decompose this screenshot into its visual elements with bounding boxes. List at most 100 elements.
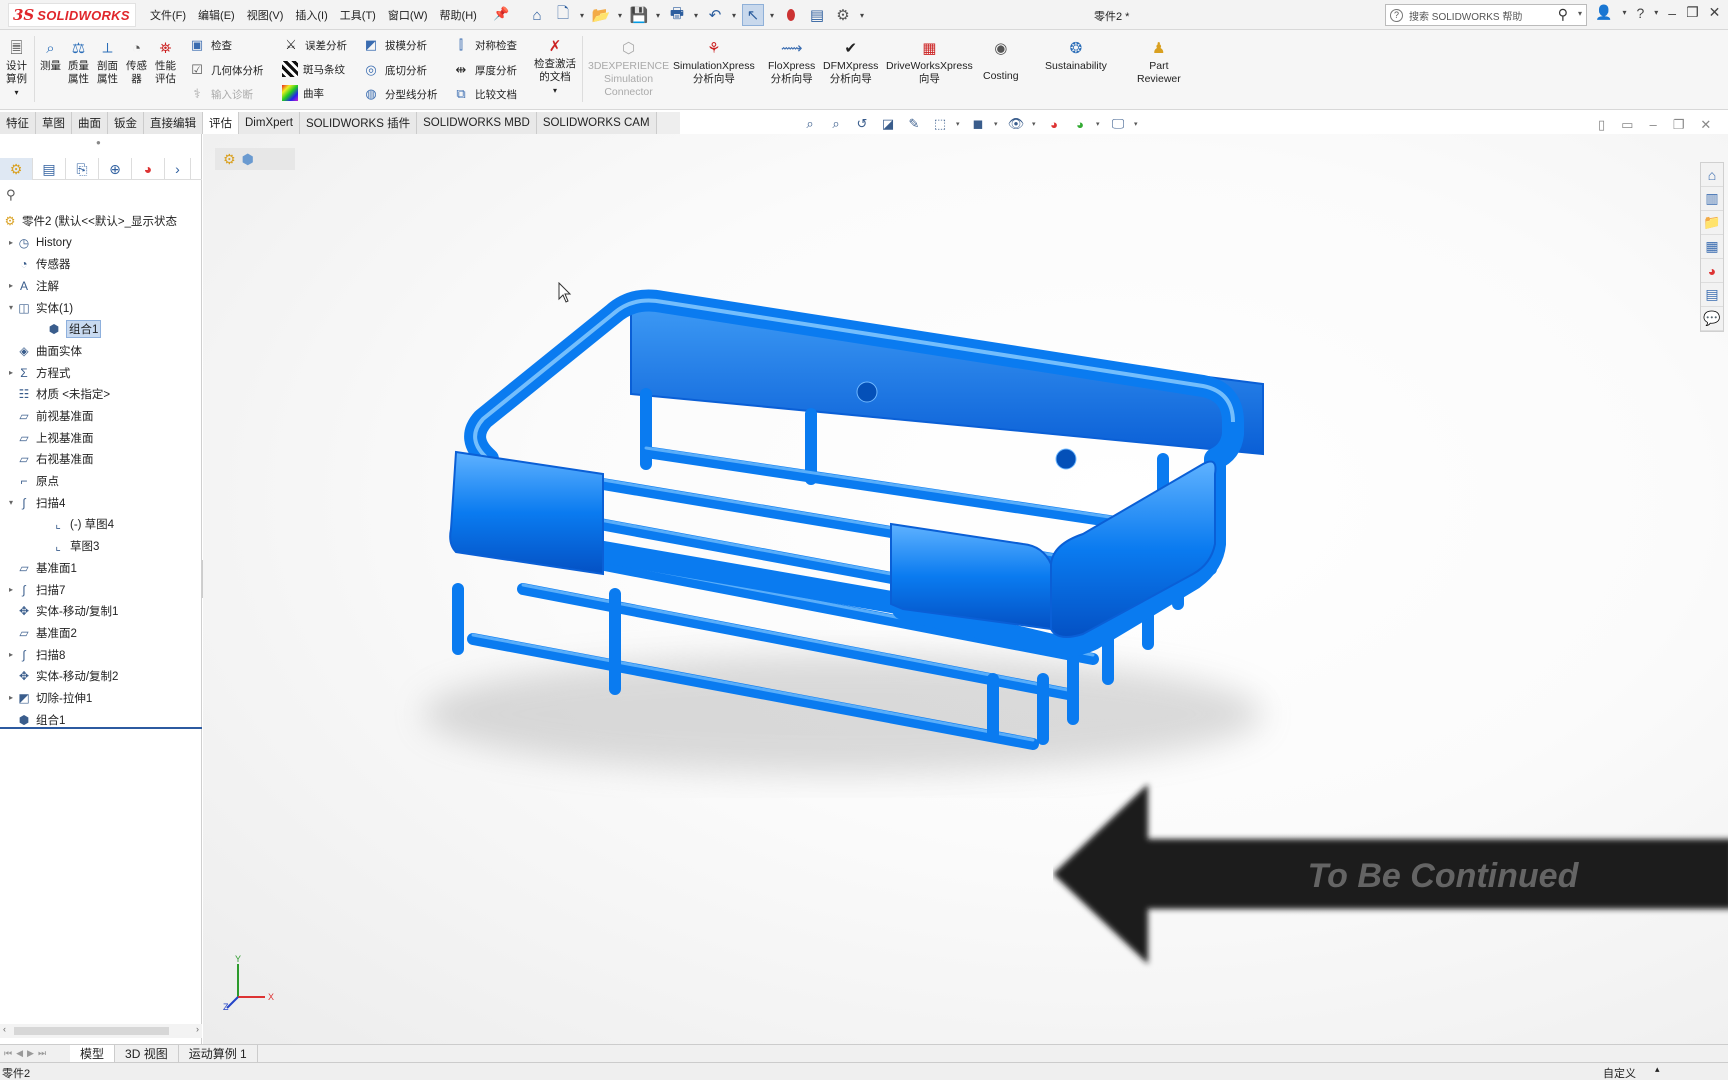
home-icon[interactable]: ⌂ bbox=[1701, 163, 1723, 187]
measure-button[interactable]: ⌕ 测量 bbox=[40, 38, 61, 73]
options-gear-icon[interactable]: ⚙ bbox=[832, 4, 854, 26]
chevron-down-icon[interactable]: ▾ bbox=[616, 4, 624, 26]
scroll-left-icon[interactable]: ‹ bbox=[3, 1024, 6, 1034]
tab-solidworks-cam[interactable]: SOLIDWORKS CAM bbox=[536, 112, 657, 134]
section-properties-button[interactable]: ⟂ 剖面 属性 bbox=[97, 38, 118, 86]
close-icon[interactable]: ✕ bbox=[1700, 117, 1711, 133]
tree-item-surface-bodies[interactable]: ◈ 曲面实体 bbox=[0, 340, 202, 362]
panel-horizontal-scrollbar[interactable]: ‹ › bbox=[0, 1024, 202, 1038]
tab-features[interactable]: 特征 bbox=[0, 112, 36, 134]
scroll-right-icon[interactable]: › bbox=[196, 1024, 199, 1034]
import-diagnostics-button[interactable]: ⚕ 输入诊断 bbox=[188, 85, 253, 103]
chevron-down-icon[interactable]: ▾ bbox=[578, 4, 586, 26]
tab-solidworks-addins[interactable]: SOLIDWORKS 插件 bbox=[299, 112, 418, 134]
chevron-down-icon[interactable]: ▾ bbox=[956, 120, 962, 128]
tree-item-history[interactable]: ▸ ◷ History bbox=[0, 232, 202, 254]
chevron-down-icon[interactable]: ▾ bbox=[1032, 120, 1038, 128]
filter-icon[interactable]: ⚲ bbox=[6, 187, 16, 203]
tree-item-right-plane[interactable]: ▱ 右视基准面 bbox=[0, 449, 202, 471]
view-settings-icon[interactable]: 🖵 bbox=[1108, 115, 1128, 133]
chevron-down-icon[interactable]: ▾ bbox=[1578, 9, 1582, 18]
tree-item-solid-bodies[interactable]: ▾ ◫ 实体(1) bbox=[0, 297, 202, 319]
minimize-icon[interactable]: – bbox=[1668, 5, 1676, 21]
tree-item-body-combine1[interactable]: ⬢ 组合1 bbox=[0, 318, 202, 340]
thickness-analysis-button[interactable]: ⇹ 厚度分析 bbox=[452, 61, 517, 79]
rollback-bar[interactable] bbox=[0, 727, 202, 729]
tree-item-sweep7[interactable]: ▸ ∫ 扫描7 bbox=[0, 579, 202, 601]
expand-icon[interactable]: ▸ bbox=[6, 238, 16, 247]
performance-evaluation-button[interactable]: ⛯ 性能 评估 bbox=[155, 38, 176, 86]
tile-icon[interactable]: ▭ bbox=[1621, 117, 1633, 133]
tab-sheet-metal[interactable]: 钣金 bbox=[108, 112, 144, 134]
deviation-analysis-button[interactable]: ⚔ 误差分析 bbox=[282, 36, 347, 54]
chevron-down-icon[interactable]: ▾ bbox=[1096, 120, 1102, 128]
new-document-icon[interactable]: 🗋 bbox=[552, 4, 574, 26]
dimxpert-manager-tab-icon[interactable]: ⊕ bbox=[99, 158, 132, 180]
chevron-down-icon[interactable]: ▾ bbox=[768, 4, 776, 26]
curvature-button[interactable]: 曲率 bbox=[282, 85, 324, 101]
panel-grip-icon[interactable]: ● bbox=[96, 138, 101, 147]
menu-file[interactable]: 文件(F) bbox=[150, 7, 186, 23]
expand-icon[interactable]: ▸ bbox=[6, 693, 16, 702]
collapse-icon[interactable]: ▾ bbox=[6, 498, 16, 507]
minimize-icon[interactable]: – bbox=[1649, 117, 1656, 133]
restore-icon[interactable]: ❐ bbox=[1673, 117, 1685, 133]
tree-item-plane2[interactable]: ▱ 基准面2 bbox=[0, 622, 202, 644]
print-icon[interactable]: 🖶 bbox=[666, 4, 688, 26]
previous-view-icon[interactable]: ↺ bbox=[852, 115, 872, 133]
expand-icon[interactable]: ▸ bbox=[6, 585, 16, 594]
configuration-manager-tab-icon[interactable]: ⎘ bbox=[66, 158, 99, 180]
open-folder-icon[interactable]: 📂 bbox=[590, 4, 612, 26]
section-view-icon[interactable]: ◪ bbox=[878, 115, 898, 133]
panel-toggle-icon[interactable]: ▯ bbox=[1598, 117, 1605, 133]
tab-3d-views[interactable]: 3D 视图 bbox=[115, 1044, 179, 1063]
select-pointer-icon[interactable]: ↖ bbox=[742, 4, 764, 26]
display-style-icon[interactable]: ◼ bbox=[968, 115, 988, 133]
tree-root[interactable]: ⚙ 零件2 (默认<<默认>_显示状态 bbox=[0, 210, 202, 232]
next-tab-icon[interactable]: ▶ bbox=[27, 1048, 34, 1059]
costing-button[interactable]: ◉ Costing bbox=[983, 38, 1019, 83]
search-placeholder[interactable]: 搜索 SOLIDWORKS 帮助 bbox=[1409, 8, 1522, 23]
compare-documents-button[interactable]: ⧉ 比较文档 bbox=[452, 85, 517, 103]
apply-scene-icon[interactable]: ◕ bbox=[1070, 115, 1090, 133]
sensor-button[interactable]: ◔ 传感 器 bbox=[126, 38, 147, 86]
design-library-icon[interactable]: ▥ bbox=[1701, 187, 1723, 211]
rebuild-traffic-light-icon[interactable]: ⬮ bbox=[780, 4, 802, 26]
pin-icon[interactable]: 📌 bbox=[493, 6, 509, 22]
dfmxpress-button[interactable]: ✔ DFMXpress 分析向导 bbox=[823, 38, 878, 86]
chevron-down-icon[interactable]: ▾ bbox=[654, 4, 662, 26]
part-reviewer-button[interactable]: ♟ Part Reviewer bbox=[1137, 38, 1181, 86]
chevron-down-icon[interactable]: ▾ bbox=[1134, 120, 1140, 128]
zoom-to-area-icon[interactable]: ⌕ bbox=[826, 115, 846, 133]
tree-item-origin[interactable]: ⌐ 原点 bbox=[0, 470, 202, 492]
file-properties-icon[interactable]: ▤ bbox=[806, 4, 828, 26]
tab-motion-study[interactable]: 运动算例 1 bbox=[179, 1044, 258, 1063]
tree-item-front-plane[interactable]: ▱ 前视基准面 bbox=[0, 405, 202, 427]
menu-insert[interactable]: 插入(I) bbox=[295, 7, 327, 23]
user-account-icon[interactable]: 👤 bbox=[1595, 4, 1612, 21]
geometry-analysis-button[interactable]: ☑ 几何体分析 bbox=[188, 61, 263, 79]
status-units[interactable]: 自定义 bbox=[1603, 1065, 1636, 1081]
sustainability-button[interactable]: ❂ Sustainability bbox=[1045, 38, 1107, 73]
draft-analysis-button[interactable]: ◩ 拔模分析 bbox=[362, 36, 427, 54]
undo-icon[interactable]: ↶ bbox=[704, 4, 726, 26]
forum-icon[interactable]: 💬 bbox=[1701, 307, 1723, 331]
view-palette-icon[interactable]: ▦ bbox=[1701, 235, 1723, 259]
home-icon[interactable]: ⌂ bbox=[526, 4, 548, 26]
tree-item-top-plane[interactable]: ▱ 上视基准面 bbox=[0, 427, 202, 449]
tab-dimxpert[interactable]: DimXpert bbox=[239, 112, 300, 134]
menu-tools[interactable]: 工具(T) bbox=[340, 7, 376, 23]
tree-item-equations[interactable]: ▸ Σ 方程式 bbox=[0, 362, 202, 384]
check-button[interactable]: ▣ 检查 bbox=[188, 36, 232, 54]
file-explorer-icon[interactable]: 📁 bbox=[1701, 211, 1723, 235]
save-icon[interactable]: 💾 bbox=[628, 4, 650, 26]
chevron-down-icon[interactable]: ▾ bbox=[858, 4, 866, 26]
simulationxpress-button[interactable]: ⚘ SimulationXpress 分析向导 bbox=[673, 38, 755, 86]
chevron-down-icon[interactable]: ▾ bbox=[14, 86, 18, 99]
feature-manager-tab-icon[interactable]: ⚙ bbox=[0, 158, 33, 180]
design-study-button[interactable]: 🗏 设计 算例 ▾ bbox=[6, 38, 27, 99]
appearances-icon[interactable]: ◕ bbox=[1701, 259, 1723, 283]
undercut-analysis-button[interactable]: ◎ 底切分析 bbox=[362, 61, 427, 79]
tab-model[interactable]: 模型 bbox=[70, 1044, 116, 1063]
tree-item-sensors[interactable]: ◔ 传感器 bbox=[0, 253, 202, 275]
